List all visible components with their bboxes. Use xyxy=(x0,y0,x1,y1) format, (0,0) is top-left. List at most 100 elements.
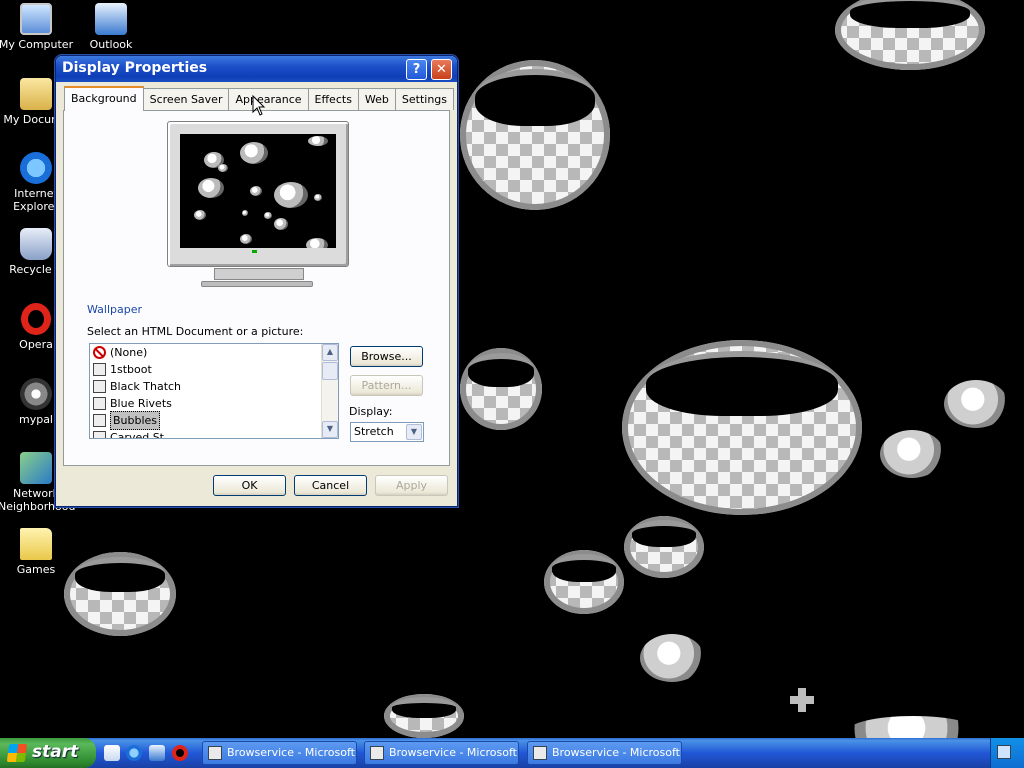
list-item[interactable]: Carved St... xyxy=(90,429,338,439)
tab-web[interactable]: Web xyxy=(357,88,396,110)
image-file-icon xyxy=(93,363,106,376)
system-tray xyxy=(990,738,1024,768)
preview-bubble xyxy=(242,210,248,216)
bubble xyxy=(460,348,542,430)
taskbar-window-label: Browservice - Microsoft... xyxy=(552,746,682,759)
show-desktop-icon[interactable] xyxy=(104,745,120,761)
list-item-label: Bubbles xyxy=(110,411,161,430)
taskbar-window-button[interactable]: Browservice - Microsoft... xyxy=(364,741,519,765)
opera-icon xyxy=(21,303,51,335)
chevron-down-icon[interactable]: ▼ xyxy=(406,424,422,440)
preview-screen xyxy=(180,134,336,248)
bubble xyxy=(880,430,944,478)
scroll-down-arrow-icon[interactable]: ▼ xyxy=(322,421,338,438)
bubble xyxy=(835,0,985,70)
pattern-button[interactable]: Pattern... xyxy=(350,375,423,396)
bubble xyxy=(640,634,704,682)
dialog-titlebar[interactable]: Display Properties ? ✕ xyxy=(56,56,457,82)
display-properties-dialog: Display Properties ? ✕ Background Screen… xyxy=(55,55,458,507)
outlook-icon[interactable] xyxy=(149,745,165,761)
desktop-icon-games[interactable]: Games xyxy=(0,528,74,576)
start-button[interactable]: start xyxy=(0,738,96,768)
list-item[interactable]: Black Thatch xyxy=(90,378,338,395)
desktop-icon-label: Outlook xyxy=(89,38,133,51)
desktop-icon-my-computer[interactable]: My Computer xyxy=(0,3,74,51)
taskbar: start Browservice - Microsoft... Browser… xyxy=(0,738,1024,768)
monitor-power-led xyxy=(252,250,257,253)
bubble xyxy=(944,380,1008,428)
image-file-icon xyxy=(93,380,106,393)
browser-window-icon xyxy=(208,746,222,760)
image-file-icon xyxy=(93,397,106,410)
tab-settings[interactable]: Settings xyxy=(394,88,455,110)
monitor-foot xyxy=(201,281,313,287)
taskbar-window-button[interactable]: Browservice - Microsoft... xyxy=(202,741,357,765)
list-item[interactable]: (None) xyxy=(90,344,338,361)
browse-button[interactable]: Browse... xyxy=(350,346,423,367)
list-item-selected[interactable]: Bubbles xyxy=(90,411,338,430)
list-item-label: Black Thatch xyxy=(110,380,182,393)
desktop-icon-label: Games xyxy=(16,563,56,576)
browser-window-icon xyxy=(370,746,384,760)
network-tray-icon[interactable] xyxy=(997,745,1011,759)
desktop-icon-label: My Computer xyxy=(0,38,74,51)
help-button[interactable]: ? xyxy=(406,59,427,80)
wallpaper-group-label: Wallpaper xyxy=(87,303,143,316)
my-documents-icon xyxy=(20,78,52,110)
preview-bubble xyxy=(274,182,308,208)
display-label: Display: xyxy=(349,405,393,418)
preview-bubble xyxy=(194,210,206,220)
list-item[interactable]: Blue Rivets xyxy=(90,395,338,412)
internet-explorer-icon[interactable] xyxy=(126,745,142,761)
mouse-cursor-icon xyxy=(252,95,266,116)
start-label: start xyxy=(32,742,79,762)
close-button[interactable]: ✕ xyxy=(431,59,452,80)
taskbar-window-label: Browservice - Microsoft... xyxy=(389,746,519,759)
taskbar-window-label: Browservice - Microsoft... xyxy=(227,746,357,759)
tab-background[interactable]: Background xyxy=(64,86,144,111)
background-tab-panel: Wallpaper Select an HTML Document or a p… xyxy=(63,110,450,466)
cancel-button[interactable]: Cancel xyxy=(294,475,367,496)
list-item-label: Blue Rivets xyxy=(110,397,172,410)
bubble xyxy=(622,340,862,515)
dialog-title: Display Properties xyxy=(62,60,208,76)
display-dropdown[interactable]: Stretch ▼ xyxy=(350,422,424,442)
monitor-preview xyxy=(167,121,349,267)
opera-icon[interactable] xyxy=(172,745,188,761)
tab-effects[interactable]: Effects xyxy=(307,88,359,110)
wallpaper-listbox[interactable]: (None) 1stboot Black Thatch Blue Rivets … xyxy=(89,343,339,439)
preview-bubble xyxy=(264,212,272,219)
select-picture-label: Select an HTML Document or a picture: xyxy=(87,325,304,338)
list-item-label: 1stboot xyxy=(110,363,152,376)
my-computer-icon xyxy=(20,3,52,35)
display-value: Stretch xyxy=(354,425,394,438)
outlook-icon xyxy=(95,3,127,35)
preview-bubble xyxy=(240,142,268,164)
preview-bubble xyxy=(306,238,328,248)
scroll-thumb[interactable] xyxy=(322,362,338,380)
network-icon xyxy=(20,452,52,484)
desktop-icon-outlook[interactable]: Outlook xyxy=(73,3,149,51)
preview-bubble xyxy=(250,186,262,196)
preview-bubble xyxy=(218,164,228,172)
tab-screen-saver[interactable]: Screen Saver xyxy=(142,88,230,110)
ok-button[interactable]: OK xyxy=(213,475,286,496)
list-item-label: (None) xyxy=(110,346,148,359)
bubble xyxy=(624,516,704,578)
sparkle xyxy=(790,688,814,712)
image-file-icon xyxy=(93,414,106,427)
listbox-scrollbar[interactable]: ▲ ▼ xyxy=(321,344,338,438)
bubble xyxy=(64,552,176,636)
bubble xyxy=(544,550,624,614)
apply-button[interactable]: Apply xyxy=(375,475,448,496)
taskbar-window-button[interactable]: Browservice - Microsoft... xyxy=(527,741,682,765)
list-item[interactable]: 1stboot xyxy=(90,361,338,378)
mypal-icon xyxy=(20,378,52,410)
preview-bubble xyxy=(198,178,224,198)
image-file-icon xyxy=(93,431,106,438)
none-icon xyxy=(93,346,106,359)
list-item-label: Carved St... xyxy=(110,431,175,439)
tab-appearance[interactable]: Appearance xyxy=(228,88,309,110)
scroll-up-arrow-icon[interactable]: ▲ xyxy=(322,344,338,361)
folder-icon xyxy=(20,528,52,560)
